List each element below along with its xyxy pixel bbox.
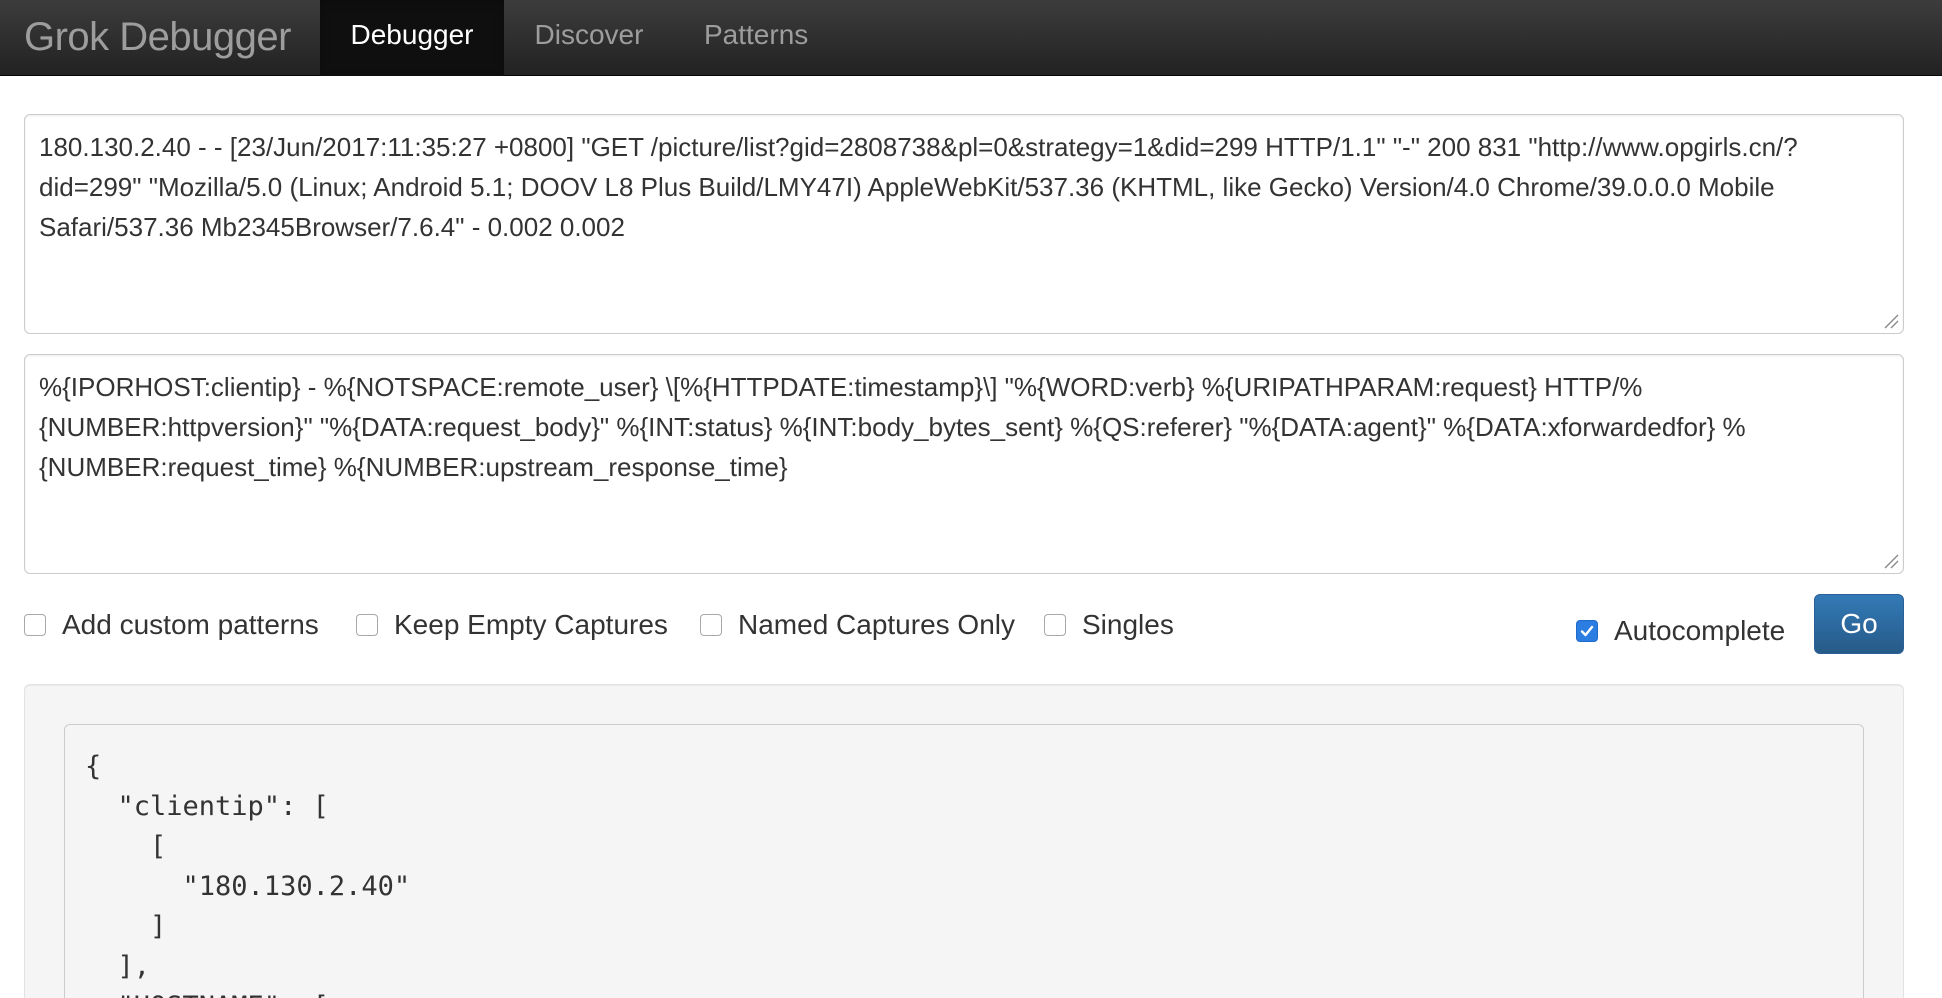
autocomplete-checkbox[interactable] <box>1576 620 1598 642</box>
result-line: "clientip": [ <box>85 791 329 822</box>
add-custom-patterns-label: Add custom patterns <box>62 609 319 640</box>
options-bar: Add custom patterns Keep Empty Captures … <box>24 600 1904 660</box>
autocomplete-option[interactable]: Autocomplete <box>1576 606 1785 656</box>
result-json-output: { "clientip": [ [ "180.130.2.40" ] ], "H… <box>64 724 1864 998</box>
singles-checkbox[interactable] <box>1044 614 1066 636</box>
add-custom-patterns-option[interactable]: Add custom patterns <box>24 600 319 650</box>
named-captures-only-checkbox[interactable] <box>700 614 722 636</box>
checkmark-icon <box>1580 625 1594 637</box>
named-captures-only-label: Named Captures Only <box>738 609 1016 640</box>
result-line: ], <box>85 951 151 982</box>
singles-label: Singles <box>1082 609 1174 640</box>
sample-log-input[interactable]: 180.130.2.40 - - [23/Jun/2017:11:35:27 +… <box>24 114 1904 334</box>
result-line: [ <box>85 831 167 862</box>
autocomplete-label: Autocomplete <box>1614 615 1786 646</box>
go-button[interactable]: Go <box>1814 594 1904 654</box>
result-line: "HOSTNAME": [ <box>85 987 1843 998</box>
tab-discover[interactable]: Discover <box>504 0 674 76</box>
result-line: "180.130.2.40" <box>85 871 411 902</box>
app-brand[interactable]: Grok Debugger <box>24 12 291 62</box>
named-captures-only-option[interactable]: Named Captures Only <box>700 600 1015 650</box>
keep-empty-captures-label: Keep Empty Captures <box>394 609 668 640</box>
result-line: { <box>85 751 102 782</box>
keep-empty-captures-checkbox[interactable] <box>356 614 378 636</box>
grok-pattern-text: %{IPORHOST:clientip} - %{NOTSPACE:remote… <box>39 372 1746 482</box>
grok-pattern-input[interactable]: %{IPORHOST:clientip} - %{NOTSPACE:remote… <box>24 354 1904 574</box>
result-line: ] <box>85 911 167 942</box>
resize-handle-icon[interactable] <box>1883 553 1899 569</box>
tab-debugger[interactable]: Debugger <box>320 0 504 76</box>
keep-empty-captures-option[interactable]: Keep Empty Captures <box>356 600 668 650</box>
resize-handle-icon[interactable] <box>1883 313 1899 329</box>
sample-log-text: 180.130.2.40 - - [23/Jun/2017:11:35:27 +… <box>39 132 1798 242</box>
top-navbar: Grok Debugger Debugger Discover Patterns <box>0 0 1942 76</box>
add-custom-patterns-checkbox[interactable] <box>24 614 46 636</box>
tab-patterns[interactable]: Patterns <box>674 0 838 76</box>
singles-option[interactable]: Singles <box>1044 600 1174 650</box>
